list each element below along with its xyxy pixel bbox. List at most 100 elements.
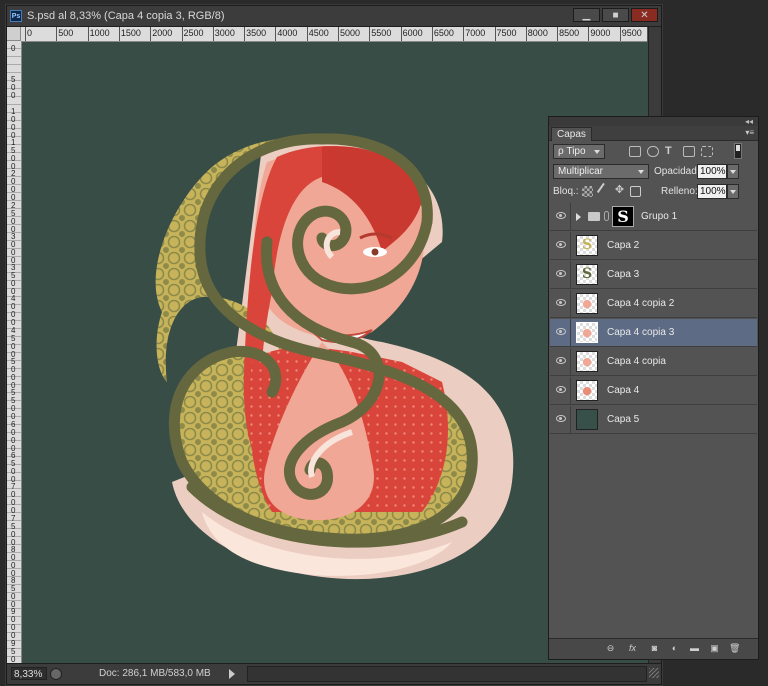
visibility-divider	[570, 232, 571, 259]
layer-name: Capa 2	[607, 240, 640, 251]
ruler-label: 5500	[371, 28, 392, 38]
horizontal-ruler[interactable]: 0 500 1000 1500 2000 2500 3000 3500 4000 4500 5000…	[21, 27, 647, 42]
visibility-eye-icon[interactable]	[556, 299, 566, 306]
layers-panel: ◂◂ Capas ▾≡ ρ Tipo T Multiplicar Opacida…	[548, 116, 759, 660]
layer-name: Capa 4	[607, 385, 640, 396]
ruler-tick	[244, 27, 246, 41]
ruler-tick	[56, 27, 58, 41]
add-mask-icon[interactable]: ◙	[649, 643, 660, 654]
fill-input[interactable]: 100%	[697, 184, 727, 199]
ruler-label: 8000	[11, 544, 16, 578]
minimize-button[interactable]: ▁	[573, 8, 600, 22]
ruler-tick	[400, 27, 402, 41]
filter-shape-icon[interactable]	[683, 146, 695, 157]
fill-label: Relleno:	[661, 186, 698, 197]
lock-all-icon[interactable]	[630, 186, 641, 197]
filter-pixel-icon[interactable]	[629, 146, 641, 157]
ruler-label: 9000	[590, 28, 611, 38]
close-button[interactable]: ✕	[631, 8, 658, 22]
lock-transparent-pixels-icon[interactable]	[582, 186, 593, 197]
status-menu-arrow-icon[interactable]	[229, 669, 235, 679]
collapse-panel-icon[interactable]: ◂◂	[745, 117, 753, 126]
layer-thumbnail[interactable]: ●	[576, 380, 598, 401]
document-titlebar[interactable]: Ps S.psd al 8,33% (Capa 4 copia 3, RGB/8…	[7, 6, 661, 27]
layer-thumbnail[interactable]: S	[576, 264, 598, 285]
ruler-label: 2500	[11, 200, 16, 234]
ruler-label: 4000	[277, 28, 298, 38]
ruler-label: 5500	[11, 388, 16, 422]
panel-menu-icon[interactable]: ▾≡	[745, 128, 754, 137]
lock-position-icon[interactable]: ✥	[614, 185, 625, 196]
visibility-eye-icon[interactable]	[556, 212, 566, 219]
lock-image-pixels-icon[interactable]	[596, 182, 613, 199]
thumbnail-glyph: ●	[582, 297, 592, 310]
layer-row-capa-4[interactable]: ● Capa 4	[550, 377, 757, 405]
delete-layer-trash-icon[interactable]: 🗑	[729, 643, 740, 654]
ruler-label: 7500	[496, 28, 517, 38]
status-info-icon[interactable]	[50, 668, 62, 680]
ruler-tick	[338, 27, 339, 41]
ruler-label: 4500	[308, 28, 329, 38]
tab-capas[interactable]: Capas	[551, 127, 592, 141]
ruler-tick	[619, 27, 621, 41]
filter-smart-object-icon[interactable]	[701, 146, 713, 157]
layer-row-grupo-1[interactable]: S Grupo 1	[550, 203, 757, 231]
mask-link-icon[interactable]	[604, 211, 609, 221]
ruler-label: 6000	[11, 419, 16, 453]
resize-grip-icon[interactable]	[649, 668, 659, 678]
ruler-label: 5000	[340, 28, 361, 38]
ruler-origin[interactable]	[7, 27, 21, 41]
visibility-eye-icon[interactable]	[556, 270, 566, 277]
fill-slider-button[interactable]	[727, 184, 739, 199]
zoom-level-field[interactable]: 8,33%	[11, 667, 47, 680]
layer-name: Capa 3	[607, 269, 640, 280]
ruler-label: 9500	[621, 28, 642, 38]
layer-row-capa-4-copia-2[interactable]: ● Capa 4 copia 2	[550, 290, 757, 318]
layer-thumbnail[interactable]: ●	[576, 322, 598, 343]
layer-filter-kind-select[interactable]: ρ Tipo	[553, 144, 605, 159]
layer-thumbnail[interactable]: S	[576, 235, 598, 256]
horizontal-scrollbar[interactable]	[247, 666, 647, 682]
visibility-eye-icon[interactable]	[556, 328, 566, 335]
ruler-label: 500	[11, 75, 16, 101]
visibility-eye-icon[interactable]	[556, 386, 566, 393]
opacity-slider-button[interactable]	[727, 164, 739, 179]
visibility-eye-icon[interactable]	[556, 357, 566, 364]
layer-thumbnail[interactable]	[576, 409, 598, 430]
portrait-iris	[371, 248, 379, 256]
window-controls: ▁ ■ ✕	[573, 8, 658, 22]
new-layer-icon[interactable]: ▣	[709, 643, 720, 654]
ruler-label: 1000	[89, 28, 110, 38]
layer-row-capa-5[interactable]: Capa 5	[550, 406, 757, 434]
visibility-divider	[570, 261, 571, 288]
layer-thumbnail[interactable]: ●	[576, 351, 598, 372]
filter-adjustment-icon[interactable]	[647, 146, 659, 157]
blend-mode-select[interactable]: Multiplicar	[553, 164, 649, 179]
ruler-label: 6500	[433, 28, 454, 38]
layer-row-capa-3[interactable]: S Capa 3	[550, 261, 757, 289]
layer-row-capa-2[interactable]: S Capa 2	[550, 232, 757, 260]
layer-thumbnail[interactable]: ●	[576, 293, 598, 314]
visibility-eye-icon[interactable]	[556, 415, 566, 422]
vertical-ruler[interactable]: 0 500 1000 1500 2000 2500 3000 3500 4000 4500 5000…	[7, 41, 22, 663]
ruler-tick	[369, 27, 371, 41]
link-layers-icon[interactable]: ⊖	[605, 643, 616, 654]
chevron-down-icon	[594, 150, 600, 154]
layer-style-fx-icon[interactable]: fx	[627, 643, 638, 654]
ruler-tick	[557, 27, 559, 41]
layer-row-capa-4-copia[interactable]: ● Capa 4 copia	[550, 348, 757, 376]
filter-type-icon[interactable]: T	[665, 146, 677, 157]
layer-row-capa-4-copia-3[interactable]: ● Capa 4 copia 3	[550, 319, 757, 347]
ruler-label: 1500	[11, 137, 16, 171]
opacity-input[interactable]: 100%	[697, 164, 727, 179]
group-mask-thumbnail[interactable]: S	[612, 206, 634, 227]
maximize-button[interactable]: ■	[602, 8, 629, 22]
filter-toggle-switch[interactable]	[734, 143, 742, 159]
ruler-tick	[275, 27, 277, 41]
new-group-folder-icon[interactable]: ▬	[689, 643, 700, 654]
new-adjustment-layer-icon[interactable]: ◐	[669, 643, 680, 654]
photoshop-icon: Ps	[10, 10, 22, 22]
expand-group-arrow-icon[interactable]	[576, 213, 581, 221]
panel-header-strip[interactable]: ◂◂	[549, 117, 758, 126]
visibility-eye-icon[interactable]	[556, 241, 566, 248]
